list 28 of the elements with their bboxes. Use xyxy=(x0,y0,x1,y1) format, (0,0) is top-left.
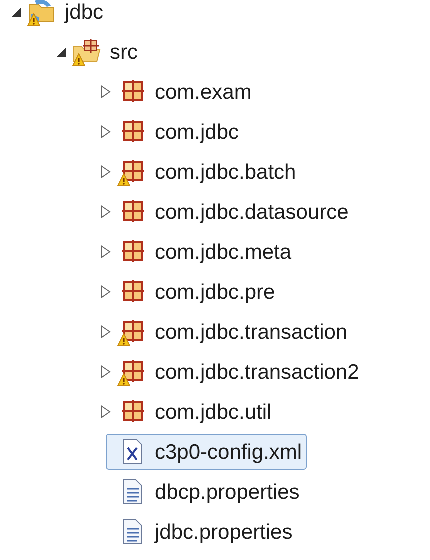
item-label: com.jdbc.datasource xyxy=(155,202,349,222)
item-label: com.jdbc.transaction xyxy=(155,322,348,342)
item-label: com.jdbc.transaction2 xyxy=(155,362,360,382)
tree-item[interactable]: com.jdbc.meta xyxy=(106,234,297,270)
item-label: com.exam xyxy=(155,82,252,102)
tree-item[interactable]: src xyxy=(61,34,143,70)
tree-item[interactable]: com.exam xyxy=(106,74,257,110)
tree-item[interactable]: jdbc.properties xyxy=(106,514,298,550)
tree-item[interactable]: dbcp.properties xyxy=(106,474,305,510)
tree-item[interactable]: com.jdbc.util xyxy=(106,394,277,430)
tree-item[interactable]: com.jdbc.datasource xyxy=(106,194,354,230)
item-label: jdbc xyxy=(65,2,104,22)
item-label: src xyxy=(110,42,138,62)
tree-item[interactable]: com.jdbc.transaction2 xyxy=(106,354,364,390)
tree-item[interactable]: c3p0-config.xml xyxy=(106,434,308,470)
item-label: jdbc.properties xyxy=(155,522,293,542)
item-label: com.jdbc.util xyxy=(155,402,272,422)
item-label: com.jdbc.meta xyxy=(155,242,292,262)
item-label: c3p0-config.xml xyxy=(155,442,302,462)
tree-item[interactable]: com.jdbc xyxy=(106,114,244,150)
tree-item[interactable]: com.jdbc.pre xyxy=(106,274,280,310)
item-label: com.jdbc.pre xyxy=(155,282,276,302)
tree-item[interactable]: com.jdbc.batch xyxy=(106,154,302,190)
item-label: com.jdbc.batch xyxy=(155,162,296,182)
tree-item[interactable]: jdbc xyxy=(16,0,109,30)
tree-item[interactable]: com.jdbc.transaction xyxy=(106,314,353,350)
item-label: com.jdbc xyxy=(155,122,240,142)
item-label: dbcp.properties xyxy=(155,482,300,502)
